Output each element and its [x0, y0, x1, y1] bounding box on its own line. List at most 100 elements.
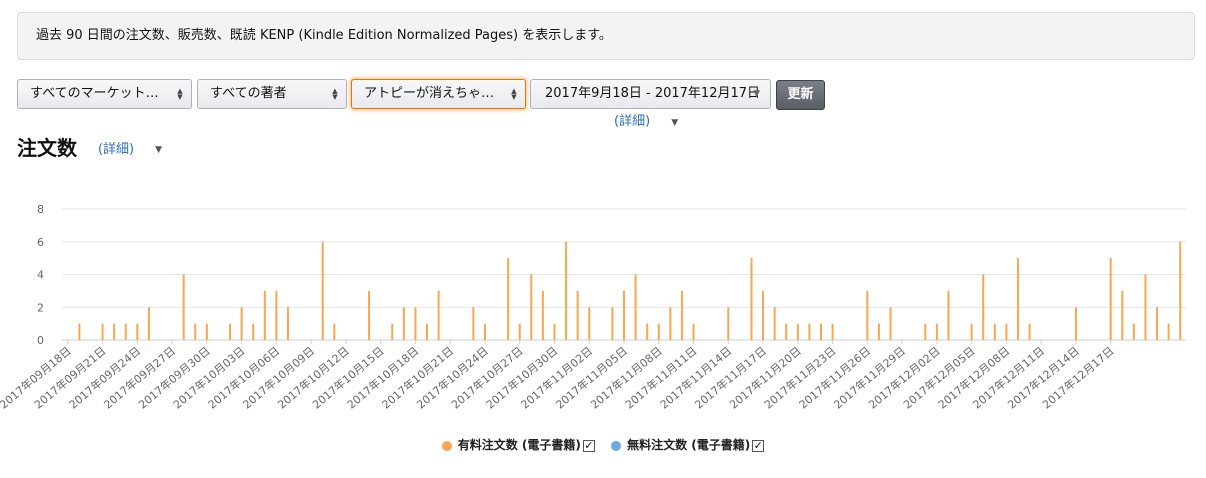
bar-paid — [136, 323, 139, 340]
bar-paid — [1028, 323, 1031, 340]
bar-paid — [785, 323, 788, 340]
y-tick-label: 2 — [37, 301, 44, 314]
orders-section: 注文数 (詳細) ▼ — [17, 132, 162, 161]
bar-paid — [426, 323, 429, 340]
bar-paid — [1074, 307, 1077, 340]
bar-paid — [1167, 323, 1170, 340]
updown-arrows-icon: ▲ ▼ — [177, 87, 183, 101]
bar-paid — [970, 323, 973, 340]
title-select[interactable]: アトピーが消えちゃ… ▲ ▼ — [351, 79, 526, 109]
bar-paid — [472, 307, 475, 340]
bar-paid — [657, 323, 660, 340]
bar-paid — [333, 323, 336, 340]
bar-paid — [588, 307, 591, 340]
bar-paid — [147, 307, 150, 340]
notice-text: 過去 90 日間の注文数、販売数、既読 KENP (Kindle Edition… — [36, 28, 612, 43]
date-range-value: 2017年9月18日 - 2017年12月17日 — [545, 86, 761, 101]
bar-paid — [507, 258, 510, 340]
bar-paid — [194, 323, 197, 340]
date-detail-link[interactable]: (詳細) — [614, 114, 650, 129]
orders-chart: 024682017年09月18日2017年09月21日2017年09月24日20… — [0, 203, 1186, 412]
bar-paid — [680, 290, 683, 340]
bar-paid — [1005, 323, 1008, 340]
bar-paid — [240, 307, 243, 340]
bar-paid — [866, 290, 869, 340]
bar-paid — [402, 307, 405, 340]
bar-paid — [78, 323, 81, 340]
update-button[interactable]: 更新 — [776, 80, 825, 110]
bar-paid — [1109, 258, 1112, 340]
chevron-down-icon: ▼ — [753, 89, 760, 99]
bar-paid — [275, 290, 278, 340]
info-notice: 過去 90 日間の注文数、販売数、既読 KENP (Kindle Edition… — [17, 12, 1195, 60]
bar-paid — [437, 290, 440, 340]
bar-paid — [935, 323, 938, 340]
bar-paid — [831, 323, 834, 340]
bar-paid — [483, 323, 486, 340]
free-checkbox[interactable]: ✓ — [752, 439, 765, 452]
y-tick-label: 0 — [37, 334, 44, 347]
bar-paid — [634, 274, 637, 340]
bar-paid — [576, 290, 579, 340]
bar-paid — [368, 290, 371, 340]
bar-paid — [947, 290, 950, 340]
y-tick-label: 6 — [37, 236, 44, 249]
date-range-dropdown[interactable]: 2017年9月18日 - 2017年12月17日 ▼ — [530, 79, 771, 109]
bar-paid — [762, 290, 765, 340]
bar-paid — [565, 241, 568, 340]
bar-paid — [727, 307, 730, 340]
author-select-value: すべての著者 — [210, 86, 287, 101]
author-select[interactable]: すべての著者 ▲ ▼ — [197, 79, 347, 109]
bar-paid — [993, 323, 996, 340]
caret-down-icon: ▼ — [155, 145, 163, 155]
date-detail-toggle[interactable]: (詳細) ▼ — [614, 110, 678, 129]
section-title: 注文数 — [17, 136, 77, 160]
bar-paid — [182, 274, 185, 340]
bar-paid — [391, 323, 394, 340]
bar-paid — [518, 323, 521, 340]
marketplace-select[interactable]: すべてのマーケット… ▲ ▼ — [17, 79, 192, 109]
bar-paid — [889, 307, 892, 340]
bar-paid — [252, 323, 255, 340]
bar-paid — [924, 323, 927, 340]
legend-item-paid[interactable]: 有料注文数 (電子書籍) ✓ — [441, 436, 595, 453]
bar-paid — [623, 290, 625, 340]
bar-paid — [1179, 241, 1182, 340]
legend-label-paid: 有料注文数 (電子書籍) — [457, 438, 581, 452]
bar-paid — [1144, 274, 1147, 340]
bar-paid — [530, 274, 533, 340]
bar-paid — [124, 323, 127, 340]
bar-paid — [205, 323, 208, 340]
bar-paid — [773, 307, 776, 340]
bar-paid — [1132, 323, 1135, 340]
bar-paid — [819, 323, 822, 340]
bar-paid — [1121, 290, 1124, 340]
y-tick-label: 8 — [37, 203, 44, 216]
bar-paid — [1016, 258, 1019, 340]
bar-paid — [113, 323, 116, 340]
bar-paid — [796, 323, 799, 340]
bar-paid — [263, 290, 266, 340]
bar-paid — [321, 241, 324, 340]
bar-paid — [1156, 307, 1159, 340]
y-tick-label: 4 — [37, 269, 44, 282]
legend-label-free: 無料注文数 (電子書籍) — [627, 438, 751, 452]
marketplace-select-value: すべてのマーケット… — [30, 86, 159, 101]
updown-arrows-icon: ▲ ▼ — [332, 87, 338, 101]
bar-paid — [286, 307, 289, 340]
caret-down-icon: ▼ — [671, 118, 679, 128]
paid-checkbox[interactable]: ✓ — [582, 439, 595, 452]
legend-item-free[interactable]: 無料注文数 (電子書籍) ✓ — [611, 436, 765, 453]
bar-paid — [101, 323, 104, 340]
paid-series-dot-icon — [441, 440, 452, 451]
section-detail-link[interactable]: (詳細) — [98, 142, 134, 157]
bar-paid — [808, 323, 811, 340]
bar-paid — [669, 307, 672, 340]
bar-paid — [750, 258, 753, 340]
bar-paid — [611, 307, 614, 340]
bar-paid — [414, 307, 417, 340]
updown-arrows-icon: ▲ ▼ — [511, 87, 517, 101]
bar-paid — [553, 323, 556, 340]
bar-paid — [692, 323, 695, 340]
bar-paid — [541, 290, 544, 340]
